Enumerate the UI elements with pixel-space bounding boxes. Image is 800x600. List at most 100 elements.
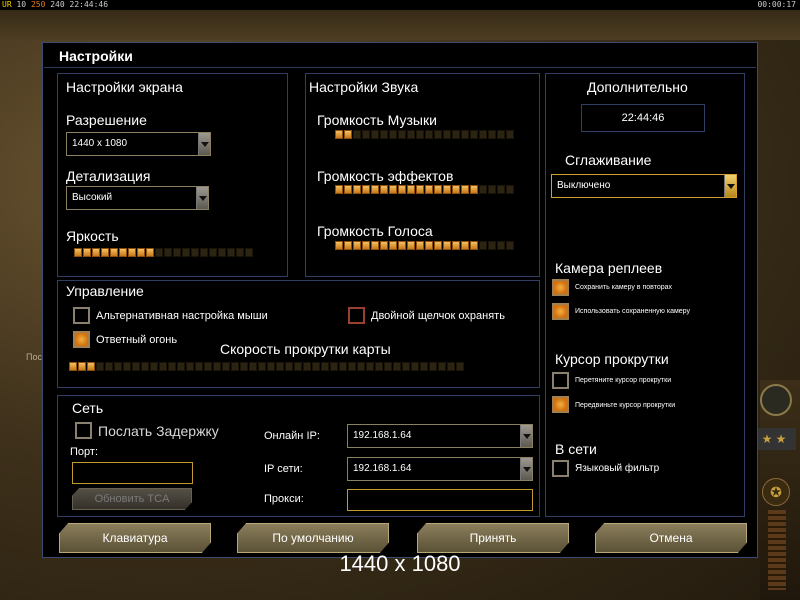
slider-segment[interactable] bbox=[303, 362, 311, 371]
slider-segment[interactable] bbox=[330, 362, 338, 371]
slider-segment[interactable] bbox=[434, 130, 442, 139]
slider-segment[interactable] bbox=[461, 241, 469, 250]
slider-segment[interactable] bbox=[375, 362, 383, 371]
slider-segment[interactable] bbox=[74, 248, 82, 257]
slider-segment[interactable] bbox=[407, 130, 415, 139]
slider-segment[interactable] bbox=[389, 185, 397, 194]
slider-segment[interactable] bbox=[416, 130, 424, 139]
detail-select[interactable]: Высокий bbox=[66, 186, 209, 210]
slider-segment[interactable] bbox=[488, 130, 496, 139]
slider-segment[interactable] bbox=[245, 248, 253, 257]
slider-segment[interactable] bbox=[425, 241, 433, 250]
slider-segment[interactable] bbox=[105, 362, 113, 371]
keyboard-button[interactable]: Клавиатура bbox=[59, 523, 211, 553]
slider-segment[interactable] bbox=[294, 362, 302, 371]
slider-segment[interactable] bbox=[267, 362, 275, 371]
slider-segment[interactable] bbox=[137, 248, 145, 257]
slider-segment[interactable] bbox=[488, 241, 496, 250]
port-input[interactable] bbox=[72, 462, 193, 484]
slider-segment[interactable] bbox=[506, 185, 514, 194]
slider-segment[interactable] bbox=[398, 185, 406, 194]
chevron-down-icon[interactable] bbox=[198, 133, 210, 155]
chevron-down-icon[interactable] bbox=[724, 175, 736, 197]
online-ip-select[interactable]: 192.168.1.64 bbox=[347, 424, 533, 448]
slider-segment[interactable] bbox=[353, 241, 361, 250]
slider-segment[interactable] bbox=[222, 362, 230, 371]
slider-segment[interactable] bbox=[335, 241, 343, 250]
cancel-button[interactable]: Отмена bbox=[595, 523, 747, 553]
slider-segment[interactable] bbox=[398, 130, 406, 139]
slider-segment[interactable] bbox=[321, 362, 329, 371]
slider-segment[interactable] bbox=[497, 130, 505, 139]
slider-segment[interactable] bbox=[173, 248, 181, 257]
use-camera-checkbox[interactable] bbox=[552, 303, 569, 320]
slider-segment[interactable] bbox=[384, 362, 392, 371]
proxy-input[interactable] bbox=[347, 489, 533, 511]
slider-segment[interactable] bbox=[362, 241, 370, 250]
move-cursor-checkbox[interactable] bbox=[552, 396, 569, 413]
slider-segment[interactable] bbox=[443, 241, 451, 250]
slider-segment[interactable] bbox=[380, 185, 388, 194]
slider-segment[interactable] bbox=[186, 362, 194, 371]
slider-segment[interactable] bbox=[407, 241, 415, 250]
slider-segment[interactable] bbox=[461, 130, 469, 139]
slider-segment[interactable] bbox=[420, 362, 428, 371]
slider-segment[interactable] bbox=[339, 362, 347, 371]
slider-segment[interactable] bbox=[452, 241, 460, 250]
slider-segment[interactable] bbox=[438, 362, 446, 371]
lan-ip-select[interactable]: 192.168.1.64 bbox=[347, 457, 533, 481]
send-delay-checkbox[interactable] bbox=[75, 422, 92, 439]
slider-segment[interactable] bbox=[123, 362, 131, 371]
chevron-down-icon[interactable] bbox=[196, 187, 208, 209]
slider-segment[interactable] bbox=[132, 362, 140, 371]
slider-segment[interactable] bbox=[353, 130, 361, 139]
slider-segment[interactable] bbox=[128, 248, 136, 257]
slider-segment[interactable] bbox=[344, 241, 352, 250]
slider-segment[interactable] bbox=[488, 185, 496, 194]
update-tca-button[interactable]: Обновить TCA bbox=[72, 488, 192, 510]
slider-segment[interactable] bbox=[429, 362, 437, 371]
resolution-select[interactable]: 1440 x 1080 bbox=[66, 132, 211, 156]
slider-segment[interactable] bbox=[258, 362, 266, 371]
slider-segment[interactable] bbox=[191, 248, 199, 257]
slider-segment[interactable] bbox=[443, 185, 451, 194]
slider-segment[interactable] bbox=[83, 248, 91, 257]
slider-segment[interactable] bbox=[452, 130, 460, 139]
slider-segment[interactable] bbox=[443, 130, 451, 139]
music-volume-slider[interactable] bbox=[335, 130, 514, 139]
slider-segment[interactable] bbox=[231, 362, 239, 371]
slider-segment[interactable] bbox=[240, 362, 248, 371]
slider-segment[interactable] bbox=[87, 362, 95, 371]
slider-segment[interactable] bbox=[506, 130, 514, 139]
slider-segment[interactable] bbox=[407, 185, 415, 194]
slider-segment[interactable] bbox=[425, 130, 433, 139]
slider-segment[interactable] bbox=[371, 241, 379, 250]
slider-segment[interactable] bbox=[195, 362, 203, 371]
slider-segment[interactable] bbox=[114, 362, 122, 371]
slider-segment[interactable] bbox=[236, 248, 244, 257]
slider-segment[interactable] bbox=[209, 248, 217, 257]
slider-segment[interactable] bbox=[452, 185, 460, 194]
language-filter-checkbox[interactable] bbox=[552, 460, 569, 477]
slider-segment[interactable] bbox=[213, 362, 221, 371]
scroll-speed-slider[interactable] bbox=[69, 362, 464, 371]
slider-segment[interactable] bbox=[335, 130, 343, 139]
slider-segment[interactable] bbox=[380, 241, 388, 250]
slider-segment[interactable] bbox=[204, 362, 212, 371]
slider-segment[interactable] bbox=[416, 241, 424, 250]
slider-segment[interactable] bbox=[389, 241, 397, 250]
slider-segment[interactable] bbox=[371, 130, 379, 139]
slider-segment[interactable] bbox=[69, 362, 77, 371]
return-fire-checkbox[interactable] bbox=[73, 331, 90, 348]
slider-segment[interactable] bbox=[461, 185, 469, 194]
brightness-slider[interactable] bbox=[74, 248, 253, 257]
slider-segment[interactable] bbox=[366, 362, 374, 371]
slider-segment[interactable] bbox=[425, 185, 433, 194]
accept-button[interactable]: Принять bbox=[417, 523, 569, 553]
slider-segment[interactable] bbox=[497, 241, 505, 250]
slider-segment[interactable] bbox=[362, 130, 370, 139]
slider-segment[interactable] bbox=[380, 130, 388, 139]
slider-segment[interactable] bbox=[344, 130, 352, 139]
slider-segment[interactable] bbox=[177, 362, 185, 371]
slider-segment[interactable] bbox=[335, 185, 343, 194]
